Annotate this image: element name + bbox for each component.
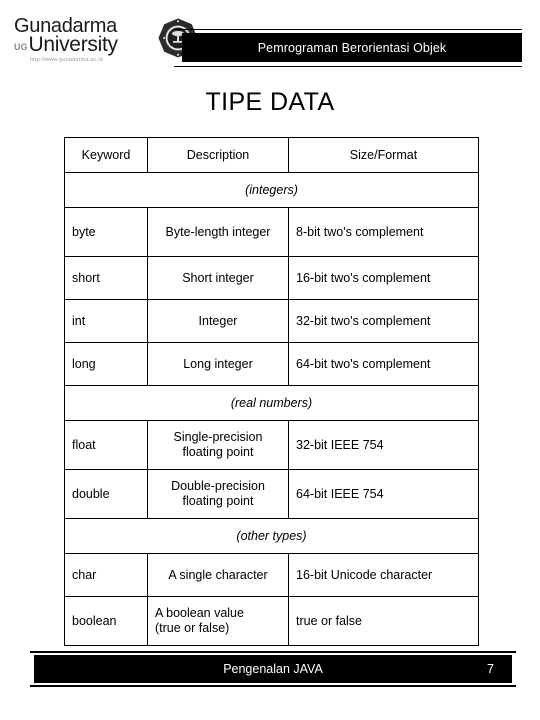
- column-header-description: Description: [147, 137, 289, 173]
- brand-name-secondary-row: UG University: [14, 34, 154, 56]
- table-section-row: (other types): [64, 518, 479, 554]
- cell-description: Long integer: [147, 342, 289, 386]
- table-section-label: (other types): [64, 518, 479, 554]
- column-header-keyword: Keyword: [64, 137, 148, 173]
- table-section-label: (real numbers): [64, 385, 479, 421]
- slide-header: Gunadarma UG University http://www.gunad…: [0, 0, 540, 80]
- cell-size-format: 32-bit IEEE 754: [288, 420, 479, 470]
- footer-bar: Pengenalan JAVA 7: [34, 655, 512, 683]
- table-row: boolean A boolean value (true or false) tr…: [64, 596, 479, 646]
- table-header-row: Keyword Description Size/Format: [64, 137, 479, 173]
- table-section-row: (integers): [64, 172, 479, 208]
- cell-description: Integer: [147, 299, 289, 343]
- table-row: float Single-precision floating point 32-b…: [64, 420, 479, 470]
- cell-keyword: short: [64, 256, 148, 300]
- header-rule-bottom: [174, 66, 522, 67]
- cell-keyword: float: [64, 420, 148, 470]
- cell-size-format: 64-bit two's complement: [288, 342, 479, 386]
- data-types-table: Keyword Description Size/Format (integer…: [64, 137, 479, 646]
- slide-footer: Pengenalan JAVA 7: [0, 640, 540, 690]
- page-number: 7: [487, 662, 494, 676]
- table-row: byte Byte-length integer 8-bit two's compl…: [64, 207, 479, 257]
- brand-name-secondary: University: [28, 33, 118, 56]
- cell-description: A boolean value (true or false): [147, 596, 289, 646]
- cell-keyword: boolean: [64, 596, 148, 646]
- cell-size-format: 16-bit two's complement: [288, 256, 479, 300]
- brand-wordmark: Gunadarma UG University http://www.gunad…: [14, 16, 154, 64]
- table-section-label: (integers): [64, 172, 479, 208]
- table-row: short Short integer 16-bit two's complemen…: [64, 256, 479, 300]
- cell-description: Short integer: [147, 256, 289, 300]
- footer-title: Pengenalan JAVA: [223, 662, 323, 676]
- cell-description: Byte-length integer: [147, 207, 289, 257]
- table-section-row: (real numbers): [64, 385, 479, 421]
- cell-description: A single character: [147, 553, 289, 597]
- footer-rule-top: [30, 651, 516, 653]
- cell-size-format: 16-bit Unicode character: [288, 553, 479, 597]
- brand-url: http://www.gunadarma.ac.id: [30, 57, 104, 63]
- cell-size-format: 8-bit two's complement: [288, 207, 479, 257]
- header-title-bar: Pemrograman Berorientasi Objek: [182, 33, 522, 62]
- table-row: int Integer 32-bit two's complement: [64, 299, 479, 343]
- page-title: TIPE DATA: [205, 88, 335, 116]
- brand-prefix-ug: UG: [14, 42, 28, 52]
- table-row: long Long integer 64-bit two's complement: [64, 342, 479, 386]
- cell-description: Double-precision floating point: [147, 469, 289, 519]
- cell-size-format: true or false: [288, 596, 479, 646]
- cell-keyword: int: [64, 299, 148, 343]
- cell-size-format: 64-bit IEEE 754: [288, 469, 479, 519]
- cell-keyword: byte: [64, 207, 148, 257]
- gunadarma-university-logo: Gunadarma UG University http://www.gunad…: [14, 16, 198, 78]
- cell-keyword: double: [64, 469, 148, 519]
- cell-description: Single-precision floating point: [147, 420, 289, 470]
- table-row: char A single character 16-bit Unicode cha…: [64, 553, 479, 597]
- cell-keyword: long: [64, 342, 148, 386]
- cell-size-format: 32-bit two's complement: [288, 299, 479, 343]
- table-body: Keyword Description Size/Format (integer…: [64, 137, 479, 646]
- header-rule-top: [174, 29, 522, 30]
- course-title: Pemrograman Berorientasi Objek: [257, 40, 447, 55]
- cell-keyword: char: [64, 553, 148, 597]
- column-header-size-format: Size/Format: [288, 137, 479, 173]
- table-row: double Double-precision floating point 64-…: [64, 469, 479, 519]
- footer-rule-bottom: [30, 685, 516, 687]
